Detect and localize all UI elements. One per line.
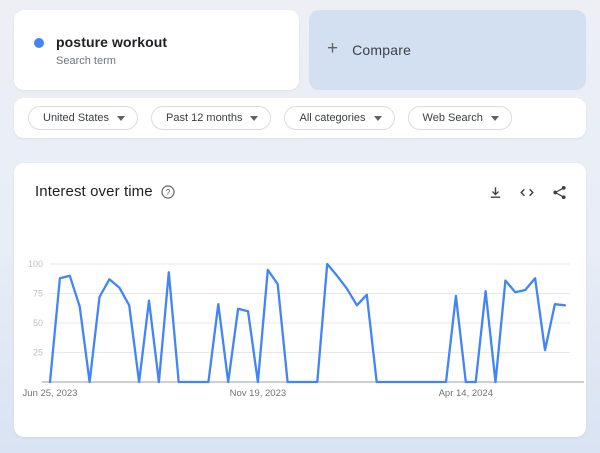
svg-text:50: 50 [33, 318, 43, 328]
chevron-down-icon [374, 116, 382, 121]
filter-bar: United States Past 12 months All categor… [14, 98, 586, 138]
series-color-dot [34, 38, 44, 48]
filter-time-range-label: Past 12 months [166, 112, 242, 124]
chevron-down-icon [117, 116, 125, 121]
plus-icon: + [327, 38, 338, 60]
filter-category-label: All categories [299, 112, 365, 124]
compare-label: Compare [352, 42, 411, 58]
search-term-card[interactable]: posture workout Search term [14, 10, 299, 90]
interest-over-time-card: Interest over time ? [14, 163, 586, 437]
svg-text:100: 100 [28, 259, 43, 269]
svg-text:Apr 14, 2024: Apr 14, 2024 [439, 388, 493, 399]
filter-search-type[interactable]: Web Search [408, 106, 512, 130]
filter-category[interactable]: All categories [284, 106, 394, 130]
svg-text:Jun 25, 2023: Jun 25, 2023 [23, 388, 78, 399]
compare-add-card[interactable]: + Compare [309, 10, 586, 90]
search-term-label: posture workout [56, 34, 167, 50]
filter-region[interactable]: United States [28, 106, 138, 130]
chevron-down-icon [250, 116, 258, 121]
svg-text:25: 25 [33, 348, 43, 358]
search-term-type: Search term [56, 55, 167, 67]
filter-search-type-label: Web Search [423, 112, 483, 124]
chevron-down-icon [491, 116, 499, 121]
filter-region-label: United States [43, 112, 109, 124]
svg-text:Nov 19, 2023: Nov 19, 2023 [230, 388, 287, 399]
interest-over-time-chart[interactable]: 25 50 75 100 Jun 25, 2023 Nov 19, 2023 Apr 14,… [14, 163, 586, 437]
filter-time-range[interactable]: Past 12 months [151, 106, 271, 130]
svg-text:75: 75 [33, 289, 43, 299]
